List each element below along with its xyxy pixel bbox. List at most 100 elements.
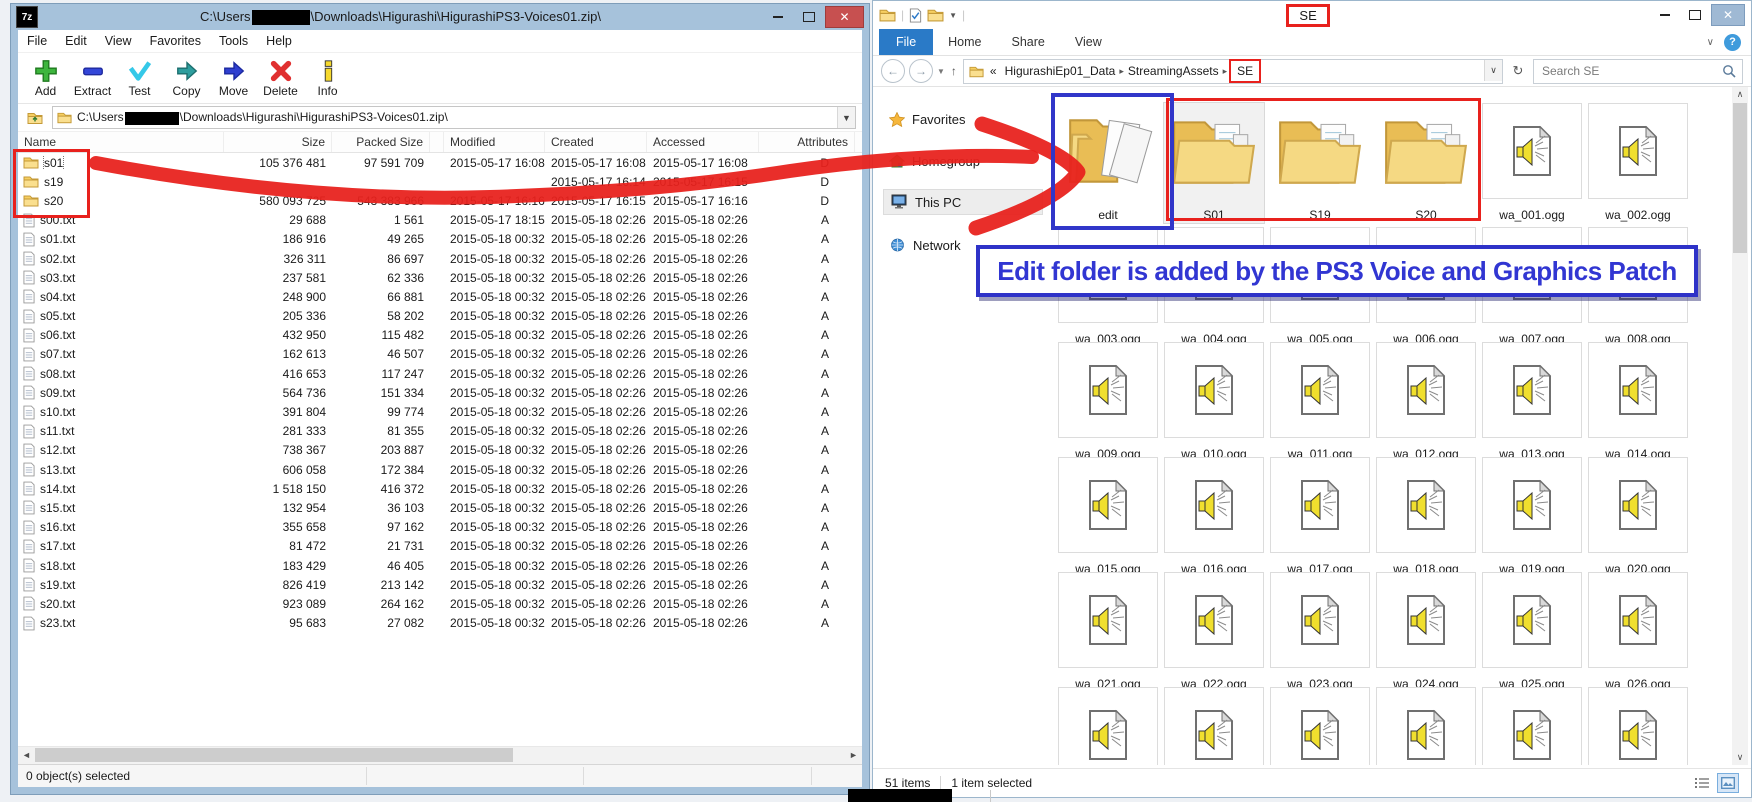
file-row-s10.txt[interactable]: s10.txt391 80499 7742015-05-18 00:322015… — [18, 402, 862, 421]
file-row-s20.txt[interactable]: s20.txt923 089264 1622015-05-18 00:32201… — [18, 594, 862, 613]
file-item-wa_019.ogg[interactable]: wa_019.ogg — [1482, 457, 1582, 577]
scroll-left-arrow[interactable]: ◄ — [18, 747, 35, 763]
file-item-wa_025.ogg[interactable]: wa_025.ogg — [1482, 572, 1582, 692]
file-item-wa_012.ogg[interactable]: wa_012.ogg — [1376, 342, 1476, 462]
file-row-s18.txt[interactable]: s18.txt183 42946 4052015-05-18 00:322015… — [18, 556, 862, 575]
file-row-s17.txt[interactable]: s17.txt81 47221 7312015-05-18 00:322015-… — [18, 537, 862, 556]
tab-file[interactable]: File — [879, 29, 933, 55]
file-item-wa_011.ogg[interactable]: wa_011.ogg — [1270, 342, 1370, 462]
breadcrumb-segment-se[interactable]: SE — [1229, 59, 1261, 83]
back-button[interactable]: ← — [881, 59, 905, 83]
move-button[interactable]: Move — [210, 59, 257, 98]
tab-view[interactable]: View — [1060, 29, 1117, 55]
column-header-attributes[interactable]: Attributes — [759, 132, 855, 152]
column-header-packed-size[interactable]: Packed Size — [332, 132, 430, 152]
file-row-s04.txt[interactable]: s04.txt248 90066 8812015-05-18 00:322015… — [18, 287, 862, 306]
info-button[interactable]: Info — [304, 59, 351, 98]
ribbon-expand-icon[interactable]: ∨ — [1707, 37, 1714, 48]
folder-up-button[interactable] — [24, 108, 46, 128]
file-row-s05.txt[interactable]: s05.txt205 33658 2022015-05-18 00:322015… — [18, 307, 862, 326]
close-button[interactable]: ✕ — [825, 6, 864, 28]
file-item-wa_018.ogg[interactable]: wa_018.ogg — [1376, 457, 1476, 577]
file-item-wa_001.ogg[interactable]: wa_001.ogg — [1482, 103, 1582, 223]
test-button[interactable]: Test — [116, 59, 163, 98]
file-item-wa_024.ogg[interactable]: wa_024.ogg — [1376, 572, 1476, 692]
breadcrumb-overflow[interactable]: « — [988, 64, 999, 78]
breadcrumb-segment-higurashiep01_data[interactable]: HigurashiEp01_Data — [1003, 64, 1118, 78]
file-row-s23.txt[interactable]: s23.txt95 68327 0822015-05-18 00:322015-… — [18, 614, 862, 633]
menu-help[interactable]: Help — [257, 34, 301, 48]
folder-item-edit[interactable]: edit — [1058, 103, 1158, 223]
column-header-created[interactable]: Created — [545, 132, 647, 152]
extract-button[interactable]: Extract — [69, 59, 116, 98]
history-dropdown-icon[interactable]: ▼ — [937, 67, 945, 76]
file-row-s07.txt[interactable]: s07.txt162 61346 5072015-05-18 00:322015… — [18, 345, 862, 364]
breadcrumb-segment-streamingassets[interactable]: StreamingAssets — [1126, 64, 1221, 78]
close-button[interactable]: ✕ — [1711, 4, 1745, 26]
file-item-wa_026.ogg[interactable]: wa_026.ogg — [1588, 572, 1688, 692]
menu-view[interactable]: View — [96, 34, 141, 48]
scrollbar-thumb[interactable] — [1733, 103, 1747, 253]
file-row-s02.txt[interactable]: s02.txt326 31186 6972015-05-18 00:322015… — [18, 249, 862, 268]
menu-tools[interactable]: Tools — [210, 34, 257, 48]
address-dropdown-button[interactable]: ∨ — [1484, 60, 1502, 81]
file-row-s11.txt[interactable]: s11.txt281 33381 3552015-05-18 00:322015… — [18, 422, 862, 441]
column-header-name[interactable]: Name — [18, 132, 224, 152]
sevenzip-titlebar[interactable]: 7z C:\Users\Downloads\Higurashi\Higurash… — [11, 4, 869, 30]
minimize-button[interactable] — [763, 7, 792, 27]
path-dropdown-button[interactable]: ▼ — [837, 107, 855, 128]
details-view-button[interactable] — [1691, 773, 1713, 793]
file-item-wa_020.ogg[interactable]: wa_020.ogg — [1588, 457, 1688, 577]
file-item[interactable] — [1376, 687, 1476, 765]
up-button[interactable]: ↑ — [949, 64, 959, 78]
file-row-s08.txt[interactable]: s08.txt416 653117 2472015-05-18 00:32201… — [18, 364, 862, 383]
file-row-s01[interactable]: s01105 376 48197 591 7092015-05-17 16:08… — [18, 153, 862, 172]
file-row-s09.txt[interactable]: s09.txt564 736151 3342015-05-18 00:32201… — [18, 383, 862, 402]
file-item[interactable] — [1164, 687, 1264, 765]
file-row-s16.txt[interactable]: s16.txt355 65897 1622015-05-18 00:322015… — [18, 518, 862, 537]
menu-edit[interactable]: Edit — [56, 34, 96, 48]
thumbnail-view-button[interactable] — [1717, 773, 1739, 793]
sidebar-item-favorites[interactable]: Favorites — [883, 107, 1043, 131]
file-row-s19[interactable]: s192015-05-17 16:142015-05-17 16:15D — [18, 172, 862, 191]
menu-file[interactable]: File — [18, 34, 56, 48]
search-input[interactable] — [1540, 63, 1722, 79]
file-item-wa_009.ogg[interactable]: wa_009.ogg — [1058, 342, 1158, 462]
sidebar-item-homegroup[interactable]: Homegroup — [883, 149, 1043, 173]
file-item[interactable] — [1482, 687, 1582, 765]
properties-icon[interactable] — [909, 8, 922, 23]
file-item[interactable] — [1058, 687, 1158, 765]
file-item-wa_010.ogg[interactable]: wa_010.ogg — [1164, 342, 1264, 462]
file-item-wa_022.ogg[interactable]: wa_022.ogg — [1164, 572, 1264, 692]
file-row-s19.txt[interactable]: s19.txt826 419213 1422015-05-18 00:32201… — [18, 575, 862, 594]
menu-favorites[interactable]: Favorites — [141, 34, 210, 48]
scroll-right-arrow[interactable]: ► — [845, 747, 862, 763]
breadcrumb-chevron-icon[interactable]: ▸ — [1221, 66, 1230, 77]
column-header-size[interactable]: Size — [224, 132, 332, 152]
search-box[interactable] — [1533, 59, 1743, 84]
file-item[interactable] — [1588, 687, 1688, 765]
new-folder-icon[interactable] — [927, 8, 944, 22]
column-header-modified[interactable]: Modified — [444, 132, 545, 152]
file-row-s15.txt[interactable]: s15.txt132 95436 1032015-05-18 00:322015… — [18, 498, 862, 517]
file-row-s00.txt[interactable]: s00.txt29 6881 5612015-05-17 18:152015-0… — [18, 211, 862, 230]
file-row-s03.txt[interactable]: s03.txt237 58162 3362015-05-18 00:322015… — [18, 268, 862, 287]
file-row-s12.txt[interactable]: s12.txt738 367203 8872015-05-18 00:32201… — [18, 441, 862, 460]
copy-button[interactable]: Copy — [163, 59, 210, 98]
maximize-button[interactable] — [1681, 5, 1709, 25]
scroll-up-arrow[interactable]: ∧ — [1732, 87, 1748, 102]
refresh-button[interactable]: ↻ — [1507, 60, 1529, 82]
sidebar-item-this-pc[interactable]: This PC — [883, 189, 1043, 215]
file-item[interactable] — [1270, 687, 1370, 765]
file-row-s13.txt[interactable]: s13.txt606 058172 3842015-05-18 00:32201… — [18, 460, 862, 479]
help-button[interactable]: ? — [1724, 34, 1741, 51]
scrollbar-thumb[interactable] — [35, 748, 513, 762]
file-item-wa_002.ogg[interactable]: wa_002.ogg — [1588, 103, 1688, 223]
folder-item-s01[interactable]: S01 — [1164, 103, 1264, 223]
horizontal-scrollbar[interactable]: ◄ ► — [18, 746, 862, 764]
file-item-wa_021.ogg[interactable]: wa_021.ogg — [1058, 572, 1158, 692]
add-button[interactable]: Add — [22, 59, 69, 98]
file-item-wa_014.ogg[interactable]: wa_014.ogg — [1588, 342, 1688, 462]
tab-share[interactable]: Share — [997, 29, 1060, 55]
explorer-titlebar[interactable]: | ▼ | SE ✕ — [873, 1, 1751, 29]
